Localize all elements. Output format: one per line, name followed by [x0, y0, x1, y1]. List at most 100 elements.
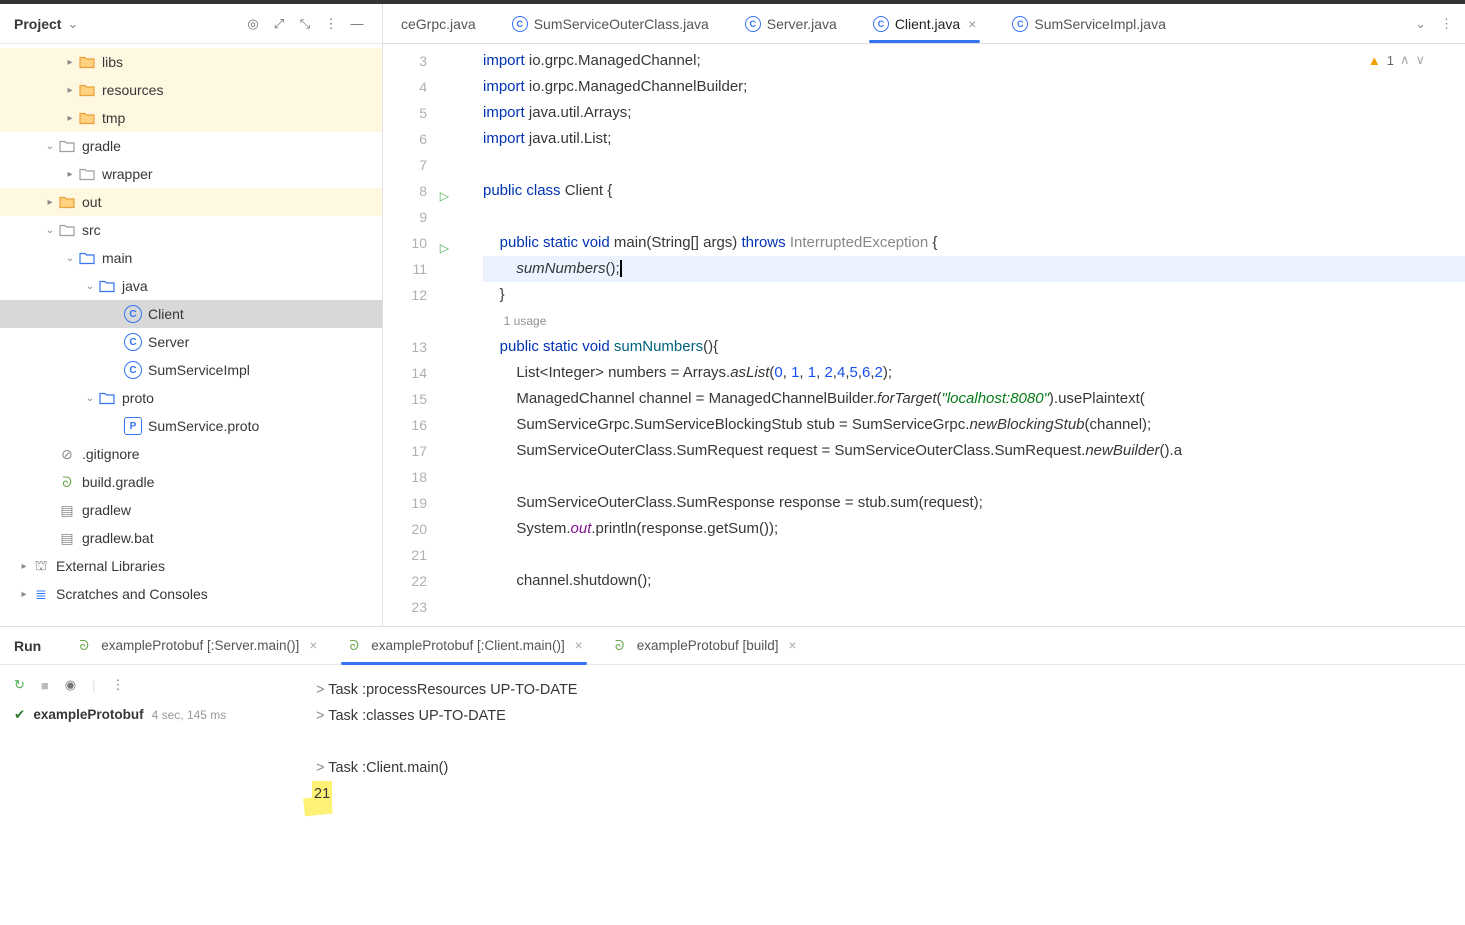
run-tabs-bar: Run ᘐexampleProtobuf [:Server.main()]×ᘐe…	[0, 627, 1465, 665]
java-class-icon: C	[873, 16, 889, 32]
tree-arrow-icon[interactable]: ⌄	[62, 253, 78, 264]
rerun-icon[interactable]: ↻	[14, 677, 25, 693]
tree-arrow-icon[interactable]: ▸	[16, 589, 32, 600]
tree-node[interactable]: ⌄ java	[0, 272, 382, 300]
project-title: Project	[14, 16, 61, 32]
more-vertical-icon[interactable]: ⋮	[1440, 16, 1453, 32]
inspection-widget[interactable]: ▲1 ∧ ∨	[1368, 52, 1425, 68]
script-icon: ▤	[58, 529, 76, 547]
run-tab[interactable]: ᘐexampleProtobuf [build]×	[597, 627, 811, 665]
tree-node[interactable]: C Server	[0, 328, 382, 356]
tree-arrow-icon[interactable]: ⌄	[42, 225, 58, 236]
chevron-down-icon[interactable]: ⌄	[1415, 16, 1426, 32]
gutter: 345678▷910▷1112131415161718192021222324	[383, 44, 441, 626]
tree-node[interactable]: ᘐbuild.gradle	[0, 468, 382, 496]
tree-node-label: gradlew	[82, 502, 131, 518]
tree-arrow-icon[interactable]: ▸	[62, 57, 78, 68]
close-icon[interactable]: ×	[789, 638, 797, 653]
tree-node[interactable]: ▸tmp	[0, 104, 382, 132]
tree-node[interactable]: CClient	[0, 300, 382, 328]
tree-node[interactable]: ⊘ .gitignore	[0, 440, 382, 468]
tree-node[interactable]: ▸≣Scratches and Consoles	[0, 580, 382, 608]
prev-highlight-icon[interactable]: ∧	[1400, 52, 1410, 68]
java-class-icon: C	[124, 333, 142, 351]
gradle-icon: ᘐ	[345, 637, 363, 655]
expand-icon[interactable]: ⤢	[268, 13, 290, 35]
folder-icon	[58, 138, 76, 154]
java-class-icon: C	[512, 16, 528, 32]
tree-node-label: out	[82, 194, 101, 210]
tree-node[interactable]: ⌄main	[0, 244, 382, 272]
editor-body: ▲1 ∧ ∨ 345678▷910▷1112131415161718192021…	[383, 44, 1465, 626]
java-class-icon: C	[1012, 16, 1028, 32]
folder-icon	[78, 54, 96, 70]
java-class-icon: C	[745, 16, 761, 32]
tree-node[interactable]: PSumService.proto	[0, 412, 382, 440]
folder-icon	[78, 250, 96, 266]
run-gutter-icon[interactable]: ▷	[440, 235, 449, 261]
tree-node-label: .gitignore	[82, 446, 140, 462]
locate-icon[interactable]: ◎	[242, 13, 264, 35]
run-left-panel: ↻ ■ ◉ | ⋮ ✔ exampleProtobuf 4 sec, 145 m…	[0, 665, 310, 925]
run-gutter-icon[interactable]: ▷	[440, 183, 449, 209]
tree-arrow-icon[interactable]: ▸	[62, 113, 78, 124]
tree-node[interactable]: ▸resources	[0, 76, 382, 104]
tree-node[interactable]: ▸ wrapper	[0, 160, 382, 188]
warning-icon: ▲	[1368, 53, 1381, 68]
project-header: Project ⌄ ◎ ⤢ ⤡ ⋮ —	[0, 4, 382, 44]
editor-tab[interactable]: CSumServiceOuterClass.java	[494, 4, 727, 44]
success-check-icon: ✔	[14, 707, 25, 723]
tree-node-label: Scratches and Consoles	[56, 586, 208, 602]
console-output[interactable]: > Task :processResources UP-TO-DATE> Tas…	[310, 665, 1465, 925]
folder-icon	[58, 222, 76, 238]
tree-node[interactable]: ▸⛫External Libraries	[0, 552, 382, 580]
project-tree[interactable]: ▸libs▸resources▸tmp⌄gradle ▸ wrapper ▸ out ⌄s…	[0, 44, 382, 626]
tree-arrow-icon[interactable]: ⌄	[82, 393, 98, 404]
tree-arrow-icon[interactable]: ⌄	[42, 141, 58, 152]
more-vertical-icon[interactable]: ⋮	[320, 13, 342, 35]
tree-node[interactable]: ⌄gradle	[0, 132, 382, 160]
tree-arrow-icon[interactable]: ▸	[16, 561, 32, 572]
tree-node-label: wrapper	[102, 166, 153, 182]
tree-node[interactable]: ▤gradlew	[0, 496, 382, 524]
tree-node-label: SumServiceImpl	[148, 362, 250, 378]
minimize-icon[interactable]: —	[346, 13, 368, 35]
stop-icon[interactable]: ■	[41, 678, 49, 693]
tree-node[interactable]: CSumServiceImpl	[0, 356, 382, 384]
folder-icon	[78, 166, 96, 182]
gradle-icon: ᘐ	[75, 637, 93, 655]
editor-tab[interactable]: ceGrpc.java	[383, 4, 494, 44]
tree-node-label: gradlew.bat	[82, 530, 154, 546]
code-editor[interactable]: import io.grpc.ManagedChannel;import io.…	[441, 44, 1465, 626]
proto-file-icon: P	[124, 417, 142, 435]
tree-node[interactable]: ▸libs	[0, 48, 382, 76]
close-icon[interactable]: ×	[575, 638, 583, 653]
tree-node[interactable]: ⌄src	[0, 216, 382, 244]
tree-arrow-icon[interactable]: ▸	[42, 197, 58, 208]
close-icon[interactable]: ×	[968, 16, 976, 32]
tree-node-label: java	[122, 278, 148, 294]
run-tab[interactable]: ᘐexampleProtobuf [:Server.main()]×	[61, 627, 331, 665]
run-tab[interactable]: ᘐexampleProtobuf [:Client.main()]×	[331, 627, 596, 665]
chevron-down-icon[interactable]: ⌄	[67, 16, 78, 32]
gitignore-icon: ⊘	[58, 445, 76, 463]
tree-arrow-icon[interactable]: ▸	[62, 169, 78, 180]
editor-tabs: ceGrpc.javaCSumServiceOuterClass.javaCSe…	[383, 4, 1465, 44]
tree-arrow-icon[interactable]: ⌄	[82, 281, 98, 292]
run-entry[interactable]: ✔ exampleProtobuf 4 sec, 145 ms	[14, 707, 296, 723]
more-vertical-icon[interactable]: ⋮	[112, 677, 125, 693]
editor-tab[interactable]: CClient.java×	[855, 4, 995, 44]
close-icon[interactable]: ×	[309, 638, 317, 653]
view-icon[interactable]: ◉	[65, 677, 76, 693]
tree-node[interactable]: ⌄proto	[0, 384, 382, 412]
editor-tab[interactable]: C SumServiceImpl.java	[994, 4, 1184, 44]
tree-node[interactable]: ▤ gradlew.bat	[0, 524, 382, 552]
tree-node[interactable]: ▸ out	[0, 188, 382, 216]
editor-tab[interactable]: CServer.java	[727, 4, 855, 44]
tree-node-label: Server	[148, 334, 189, 350]
library-icon: ⛫	[32, 557, 50, 575]
tab-label: SumServiceImpl.java	[1034, 16, 1166, 32]
next-highlight-icon[interactable]: ∨	[1415, 52, 1425, 68]
tree-arrow-icon[interactable]: ▸	[62, 85, 78, 96]
collapse-icon[interactable]: ⤡	[294, 13, 316, 35]
